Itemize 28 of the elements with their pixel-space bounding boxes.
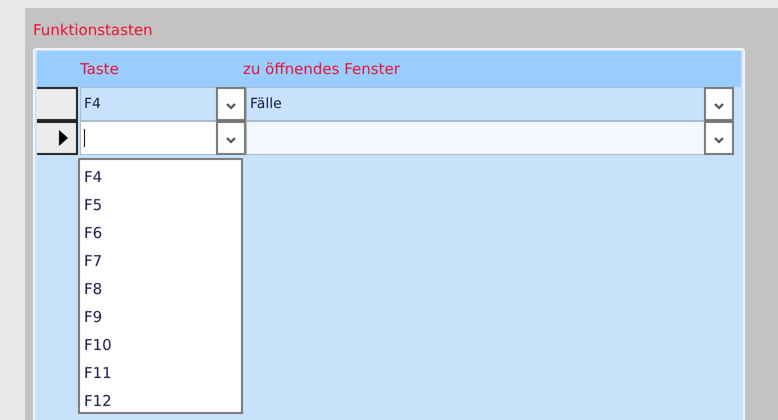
dropdown-option[interactable]: F6 [84, 219, 237, 247]
dropdown-option[interactable]: F4 [84, 163, 237, 191]
dropdown-option[interactable]: F9 [84, 303, 237, 331]
combo-field[interactable] [246, 121, 704, 155]
dropdown-option[interactable]: F10 [84, 331, 237, 359]
column-header: Taste [80, 60, 120, 78]
dropdown-option[interactable]: F8 [84, 275, 237, 303]
combo-field[interactable] [80, 121, 216, 155]
chevron-down-icon [714, 136, 724, 144]
dropdown-option[interactable]: F11 [84, 359, 237, 387]
combo-field[interactable]: Fälle [246, 87, 704, 121]
dropdown-button[interactable] [704, 121, 734, 155]
text-cursor [84, 129, 85, 147]
chevron-down-icon [226, 136, 236, 144]
dropdown-option[interactable]: F5 [84, 191, 237, 219]
dropdown-button[interactable] [216, 121, 246, 155]
dropdown-button[interactable] [216, 87, 246, 121]
column-header: zu öffnendes Fenster [243, 60, 400, 78]
current-row-icon [59, 130, 68, 146]
row-selector[interactable] [37, 121, 78, 155]
dropdown-option[interactable]: F7 [84, 247, 237, 275]
dropdown-option[interactable]: F12 [84, 387, 237, 415]
section-title: Funktionstasten [33, 21, 153, 41]
row-selector[interactable] [37, 87, 78, 121]
combo-field[interactable]: F4 [80, 87, 216, 121]
chevron-down-icon [226, 102, 236, 110]
dropdown-button[interactable] [704, 87, 734, 121]
chevron-down-icon [714, 102, 724, 110]
